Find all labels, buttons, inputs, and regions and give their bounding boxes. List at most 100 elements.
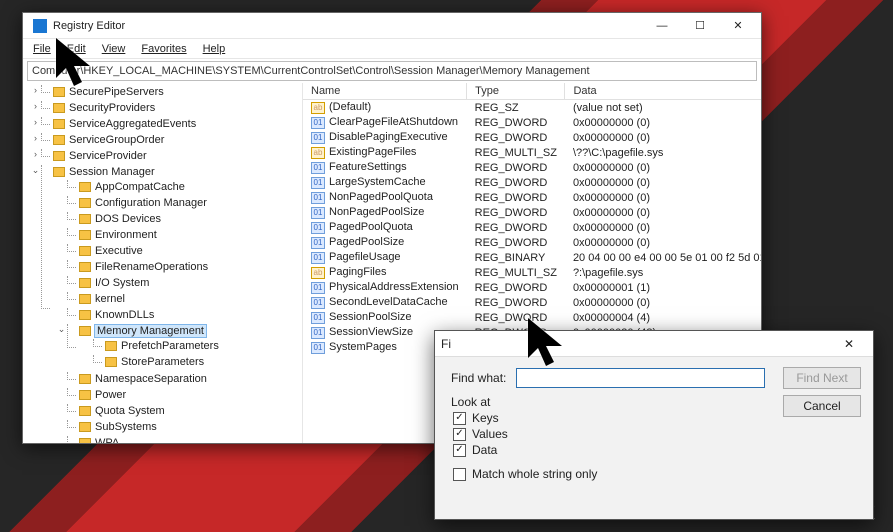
value-row[interactable]: 01PagedPoolQuotaREG_DWORD0x00000000 (0) bbox=[303, 220, 761, 235]
maximize-button[interactable]: ☐ bbox=[681, 14, 719, 38]
string-value-icon: ab bbox=[311, 267, 325, 279]
tree-item[interactable]: SubSystems bbox=[79, 421, 157, 433]
folder-icon bbox=[53, 119, 65, 129]
expander-icon[interactable]: › bbox=[31, 134, 40, 143]
value-row[interactable]: 01PhysicalAddressExtensionREG_DWORD0x000… bbox=[303, 280, 761, 295]
folder-icon bbox=[79, 294, 91, 304]
tree-item[interactable]: NamespaceSeparation bbox=[79, 373, 207, 385]
string-value-icon: ab bbox=[311, 102, 325, 114]
expander-icon[interactable]: › bbox=[31, 150, 40, 159]
binary-value-icon: 01 bbox=[311, 252, 325, 264]
close-button[interactable]: ✕ bbox=[719, 14, 757, 38]
tree-item[interactable]: Configuration Manager bbox=[79, 197, 207, 209]
folder-icon bbox=[79, 438, 91, 443]
menu-file[interactable]: File bbox=[25, 41, 59, 57]
app-icon bbox=[33, 19, 47, 33]
folder-icon bbox=[79, 326, 91, 336]
tree-item[interactable]: WPA bbox=[79, 437, 119, 443]
binary-value-icon: 01 bbox=[311, 177, 325, 189]
check-icon bbox=[453, 428, 466, 441]
folder-icon bbox=[79, 374, 91, 384]
tree-item[interactable]: Power bbox=[79, 389, 126, 401]
tree-item[interactable]: Environment bbox=[79, 229, 157, 241]
col-data[interactable]: Data bbox=[565, 83, 761, 100]
checkbox-match-whole[interactable]: Match whole string only bbox=[453, 467, 861, 481]
cancel-button[interactable]: Cancel bbox=[783, 395, 861, 417]
minimize-button[interactable]: — bbox=[643, 14, 681, 38]
check-icon bbox=[453, 444, 466, 457]
address-bar[interactable]: Computer\HKEY_LOCAL_MACHINE\SYSTEM\Curre… bbox=[27, 61, 757, 81]
binary-value-icon: 01 bbox=[311, 117, 325, 129]
col-name[interactable]: Name bbox=[303, 83, 467, 100]
folder-icon bbox=[105, 341, 117, 351]
value-row[interactable]: ab(Default)REG_SZ(value not set) bbox=[303, 100, 761, 116]
menu-edit[interactable]: Edit bbox=[59, 41, 94, 57]
value-row[interactable]: 01NonPagedPoolSizeREG_DWORD0x00000000 (0… bbox=[303, 205, 761, 220]
folder-icon bbox=[79, 198, 91, 208]
tree-item[interactable]: kernel bbox=[79, 293, 125, 305]
tree-item[interactable]: I/O System bbox=[79, 277, 149, 289]
value-row[interactable]: 01PagefileUsageREG_BINARY20 04 00 00 e4 … bbox=[303, 250, 761, 265]
tree-item[interactable]: Session Manager bbox=[53, 166, 155, 178]
tree-item[interactable]: StoreParameters bbox=[105, 356, 204, 368]
col-type[interactable]: Type bbox=[467, 83, 565, 100]
value-row[interactable]: 01FeatureSettingsREG_DWORD0x00000000 (0) bbox=[303, 160, 761, 175]
find-what-input[interactable] bbox=[516, 368, 765, 388]
binary-value-icon: 01 bbox=[311, 312, 325, 324]
window-title: Registry Editor bbox=[53, 20, 643, 32]
value-row[interactable]: abPagingFilesREG_MULTI_SZ?:\pagefile.sys bbox=[303, 265, 761, 280]
lookat-label: Look at bbox=[451, 395, 601, 409]
tree-item[interactable]: ServiceProvider bbox=[53, 150, 147, 162]
tree-item[interactable]: KnownDLLs bbox=[79, 309, 154, 321]
find-title: Fi bbox=[441, 337, 451, 351]
checkbox-keys[interactable]: Keys bbox=[453, 411, 601, 425]
menubar: File Edit View Favorites Help bbox=[23, 39, 761, 59]
value-row[interactable]: abExistingPageFilesREG_MULTI_SZ\??\C:\pa… bbox=[303, 145, 761, 160]
folder-icon bbox=[53, 135, 65, 145]
checkbox-values[interactable]: Values bbox=[453, 427, 601, 441]
menu-favorites[interactable]: Favorites bbox=[133, 41, 194, 57]
value-row[interactable]: 01DisablePagingExecutiveREG_DWORD0x00000… bbox=[303, 130, 761, 145]
folder-icon bbox=[79, 246, 91, 256]
value-row[interactable]: 01PagedPoolSizeREG_DWORD0x00000000 (0) bbox=[303, 235, 761, 250]
binary-value-icon: 01 bbox=[311, 282, 325, 294]
folder-icon bbox=[79, 214, 91, 224]
titlebar: Registry Editor — ☐ ✕ bbox=[23, 13, 761, 39]
folder-icon bbox=[53, 87, 65, 97]
tree-item[interactable]: ServiceAggregatedEvents bbox=[53, 118, 196, 130]
expander-icon[interactable]: › bbox=[31, 118, 40, 127]
binary-value-icon: 01 bbox=[311, 132, 325, 144]
tree-item[interactable]: AppCompatCache bbox=[79, 181, 185, 193]
value-row[interactable]: 01SessionPoolSizeREG_DWORD0x00000004 (4) bbox=[303, 310, 761, 325]
value-row[interactable]: 01ClearPageFileAtShutdownREG_DWORD0x0000… bbox=[303, 115, 761, 130]
expander-icon[interactable]: ⌄ bbox=[31, 166, 40, 175]
expander-icon[interactable]: › bbox=[31, 102, 40, 111]
tree-item[interactable]: Memory Management bbox=[79, 325, 206, 337]
menu-help[interactable]: Help bbox=[195, 41, 234, 57]
expander-icon[interactable]: › bbox=[31, 86, 40, 95]
folder-icon bbox=[79, 278, 91, 288]
expander-icon[interactable]: ⌄ bbox=[57, 325, 66, 334]
tree-item[interactable]: SecurePipeServers bbox=[53, 86, 164, 98]
binary-value-icon: 01 bbox=[311, 327, 325, 339]
folder-icon bbox=[79, 406, 91, 416]
tree-item[interactable]: Quota System bbox=[79, 405, 165, 417]
check-icon bbox=[453, 468, 466, 481]
tree-item[interactable]: DOS Devices bbox=[79, 213, 161, 225]
checkbox-data[interactable]: Data bbox=[453, 443, 601, 457]
tree-item[interactable]: SecurityProviders bbox=[53, 102, 155, 114]
menu-view[interactable]: View bbox=[94, 41, 134, 57]
check-icon bbox=[453, 412, 466, 425]
tree-item[interactable]: ServiceGroupOrder bbox=[53, 134, 164, 146]
tree-item[interactable]: FileRenameOperations bbox=[79, 261, 208, 273]
find-next-button[interactable]: Find Next bbox=[783, 367, 861, 389]
find-close-button[interactable]: ✕ bbox=[831, 333, 867, 355]
tree-item[interactable]: PrefetchParameters bbox=[105, 340, 219, 352]
tree-pane[interactable]: › SecurePipeServers › SecurityProviders › Ser… bbox=[23, 83, 303, 443]
binary-value-icon: 01 bbox=[311, 297, 325, 309]
value-row[interactable]: 01LargeSystemCacheREG_DWORD0x00000000 (0… bbox=[303, 175, 761, 190]
tree-item[interactable]: Executive bbox=[79, 245, 143, 257]
folder-icon bbox=[79, 230, 91, 240]
value-row[interactable]: 01NonPagedPoolQuotaREG_DWORD0x00000000 (… bbox=[303, 190, 761, 205]
value-row[interactable]: 01SecondLevelDataCacheREG_DWORD0x0000000… bbox=[303, 295, 761, 310]
